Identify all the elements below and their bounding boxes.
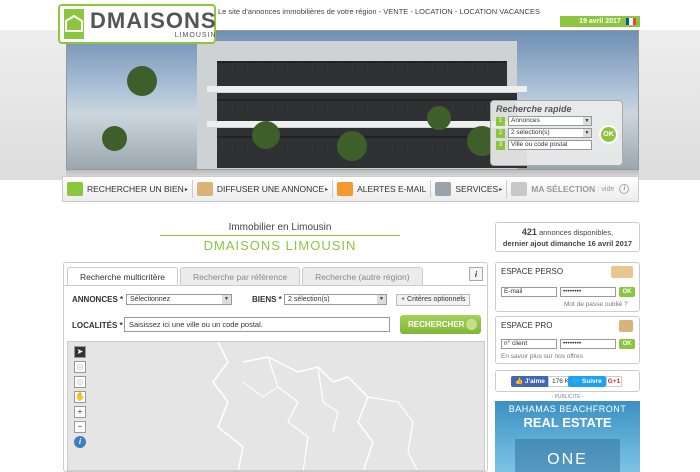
- logo-house-icon: [64, 9, 84, 39]
- quick-search-panel: Recherche rapide 1 Annonces ▼ 2 2 sélecti…: [490, 100, 623, 166]
- logo-main-text: DMAISONS: [90, 7, 217, 33]
- chevron-down-icon: ▼: [377, 295, 386, 304]
- zoom-area-icon[interactable]: ◎: [74, 361, 86, 373]
- nav-rechercher[interactable]: RECHERCHER UN BIEN ▸: [63, 177, 192, 201]
- client-number-input[interactable]: n° client: [501, 339, 557, 349]
- services-icon: [435, 182, 452, 196]
- localites-input[interactable]: Saisissez ici une ville ou un code posta…: [124, 317, 390, 332]
- check-icon: [466, 319, 477, 330]
- tab-autre-region[interactable]: Recherche (autre région): [302, 267, 423, 285]
- chevron-down-icon: ▼: [222, 295, 231, 304]
- espace-pro-box: ESPACE PRO n° client •••••••• OK En savo…: [495, 316, 640, 364]
- top-bar: DMAISONS LIMOUSIN Le site d'annonces imm…: [0, 0, 700, 44]
- page-subtitle: DMAISONS LIMOUSIN: [203, 238, 357, 253]
- quick-annonces-select[interactable]: Annonces ▼: [508, 116, 592, 126]
- site-logo[interactable]: DMAISONS LIMOUSIN: [58, 4, 216, 44]
- logo-sub-text: LIMOUSIN: [174, 31, 217, 39]
- megaphone-icon: [196, 182, 213, 196]
- pointer-tool-icon[interactable]: ➤: [74, 346, 86, 358]
- page-title: Immobilier en Limousin: [228, 222, 332, 233]
- map-toolbar: ➤ ◎ ◎ ✋ + − i: [74, 346, 88, 451]
- map-info-icon[interactable]: i: [74, 436, 86, 448]
- nav-diffuser[interactable]: DIFFUSER UNE ANNONCE ▸: [193, 177, 332, 201]
- email-alert-icon: [337, 182, 354, 196]
- zoom-area-out-icon[interactable]: ◎: [74, 376, 86, 388]
- twitter-follow-button[interactable]: 🐦 Suivre: [568, 376, 606, 387]
- chevron-down-icon: ▼: [583, 117, 591, 125]
- map-outline: [212, 342, 418, 470]
- search-panel: Recherche multicritère Recherche par réf…: [63, 262, 488, 472]
- nav-services[interactable]: SERVICES ▸: [431, 177, 506, 201]
- ad-label: - PUBLICITÉ -: [551, 394, 584, 400]
- quick-biens-select[interactable]: 2 sélection(s) ▼: [508, 128, 592, 138]
- info-icon[interactable]: i: [469, 267, 483, 281]
- biens-select[interactable]: 2 sélection(s) ▼: [284, 294, 387, 305]
- house-icon: [67, 182, 83, 196]
- region-map[interactable]: ➤ ◎ ◎ ✋ + − i: [67, 341, 485, 471]
- espace-pro-ok-button[interactable]: OK: [619, 339, 635, 349]
- quick-search-ok-button[interactable]: OK: [599, 125, 618, 144]
- info-icon[interactable]: i: [619, 184, 630, 194]
- quick-city-input[interactable]: Ville ou code postal: [508, 140, 592, 150]
- social-bar: 👍 J'aime 176 K 🐦 Suivre G+1: [495, 370, 640, 392]
- facebook-like-button[interactable]: 👍 J'aime: [511, 376, 549, 387]
- annonces-select[interactable]: Sélectionnez ▼: [126, 294, 232, 305]
- espace-pro-title: ESPACE PRO: [501, 321, 553, 330]
- advertisement[interactable]: BAHAMAS BEACHFRONT REAL ESTATE ONE: [495, 401, 640, 472]
- nav-selection[interactable]: MA SÉLECTION : vide i: [507, 177, 633, 201]
- criteres-optionnels-button[interactable]: + Critères optionnels: [396, 294, 470, 306]
- user-key-icon: [611, 266, 633, 278]
- google-plus-button[interactable]: G+1: [606, 376, 622, 387]
- pan-hand-icon[interactable]: ✋: [74, 391, 86, 403]
- pro-password-input[interactable]: ••••••••: [560, 339, 616, 349]
- selection-icon: [511, 182, 528, 196]
- pro-key-icon: [619, 320, 633, 332]
- rechercher-button[interactable]: RECHERCHER: [400, 315, 481, 334]
- chevron-down-icon: ▼: [583, 129, 591, 137]
- espace-perso-box: ESPACE PERSO E-mail •••••••• OK Mot de p…: [495, 262, 640, 312]
- email-input[interactable]: E-mail: [501, 287, 557, 297]
- quick-search-title: Recherche rapide: [496, 104, 572, 114]
- tab-reference[interactable]: Recherche par référence: [180, 267, 301, 285]
- main-nav: RECHERCHER UN BIEN ▸ DIFFUSER UNE ANNONCE…: [62, 176, 639, 202]
- offers-link[interactable]: En savoir plus sur nos offres: [501, 353, 583, 360]
- listing-stats: 421 annonces disponibles, dernier ajout …: [495, 222, 640, 252]
- tagline: Le site d'annonces immobilières de votre…: [218, 7, 540, 16]
- forgot-password-link[interactable]: Mot de passe oublié ?: [564, 301, 628, 308]
- tagline-links[interactable]: - VENTE - LOCATION - LOCATION VACANCES: [377, 7, 540, 16]
- french-flag-icon[interactable]: [626, 18, 636, 25]
- nav-alertes[interactable]: ALERTES E-MAIL: [333, 177, 430, 201]
- espace-perso-ok-button[interactable]: OK: [619, 287, 635, 297]
- tab-multicritere[interactable]: Recherche multicritère: [67, 267, 179, 285]
- zoom-out-icon[interactable]: −: [74, 421, 86, 433]
- password-input[interactable]: ••••••••: [560, 287, 616, 297]
- zoom-in-icon[interactable]: +: [74, 406, 86, 418]
